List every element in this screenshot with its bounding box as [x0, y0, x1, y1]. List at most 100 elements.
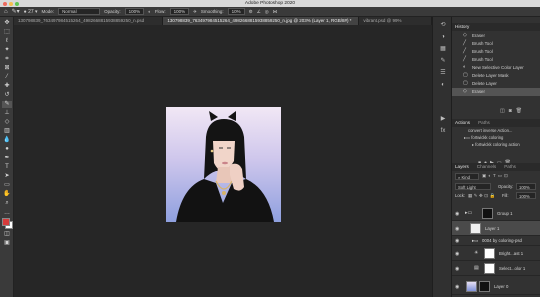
- flow-input[interactable]: 100%: [169, 8, 190, 15]
- history-footer-icons[interactable]: ◫◙🗑: [500, 108, 526, 114]
- actions-panel-title[interactable]: Actions: [455, 119, 470, 127]
- pressure-size-icon[interactable]: ◎: [265, 9, 269, 15]
- adjustments-panel-icon[interactable]: ◐: [438, 81, 448, 89]
- layer-mask-thumbnail[interactable]: [484, 248, 495, 259]
- mode-select[interactable]: Normal: [58, 8, 101, 15]
- healing-brush-tool-icon[interactable]: ✚: [2, 83, 12, 90]
- blend-mode-select[interactable]: Soft Light: [455, 183, 491, 190]
- eye-icon[interactable]: ◉: [455, 238, 459, 244]
- layer-filter-icons[interactable]: ▣◐T▭⊡: [482, 173, 510, 179]
- lock-icons[interactable]: ▦✎✥⊡🔒: [468, 192, 497, 199]
- eraser-tool-icon[interactable]: ◇: [2, 119, 12, 126]
- zoom-tool-icon[interactable]: ⌕: [2, 200, 12, 207]
- document-image[interactable]: [166, 107, 281, 222]
- layer-mask-thumbnail[interactable]: [482, 208, 493, 219]
- layer-mask-thumbnail[interactable]: [479, 281, 490, 292]
- airbrush-icon[interactable]: ✈: [193, 9, 197, 15]
- properties-panel-icon[interactable]: ☰: [438, 69, 448, 77]
- opacity-label: Opacity:: [104, 9, 121, 14]
- layer-row-subgroup[interactable]: ◉ ▸▭ 0004 by coloring-psd: [452, 236, 540, 246]
- tab-document-psd[interactable]: 130798839_763497984515264_49826688159388…: [14, 17, 164, 25]
- foreground-color-swatch[interactable]: [2, 218, 10, 226]
- move-tool-icon[interactable]: ✥: [2, 20, 12, 27]
- mode-label: Mode:: [41, 9, 55, 14]
- history-item[interactable]: ▢ Delete Layer Mask: [452, 72, 540, 80]
- rectangle-tool-icon[interactable]: ▭: [2, 182, 12, 189]
- brush-icon: ╱: [463, 48, 467, 54]
- zoom-window-button[interactable]: [15, 1, 19, 6]
- action-set-item[interactable]: ▸▭ fortwickk coloring: [452, 135, 540, 142]
- layer-row-image[interactable]: ◉ Layer 0: [452, 279, 540, 295]
- home-icon[interactable]: ⌂: [4, 9, 8, 15]
- layer-mask-thumbnail[interactable]: [484, 263, 495, 274]
- layer-row-selected[interactable]: ◉ Layer 1: [452, 221, 540, 236]
- history-item[interactable]: ╱ Brush Tool: [452, 48, 540, 56]
- action-item[interactable]: convert inverse Action...: [452, 128, 540, 135]
- eye-icon[interactable]: ◉: [455, 284, 459, 290]
- tab-actions-paths[interactable]: Paths: [478, 119, 490, 127]
- history-item[interactable]: ╱ Brush Tool: [452, 40, 540, 48]
- smoothing-options-icon[interactable]: ⚙: [249, 9, 253, 15]
- gradient-tool-icon[interactable]: ▥: [2, 128, 12, 135]
- pressure-opacity-icon[interactable]: ◐: [148, 9, 151, 14]
- more-tools-icon[interactable]: …: [2, 210, 12, 217]
- brush-size-picker[interactable]: ● 27 ▾: [24, 9, 38, 15]
- eye-icon[interactable]: ◉: [455, 251, 459, 257]
- path-selection-tool-icon[interactable]: ➤: [2, 173, 12, 180]
- history-item[interactable]: ◐ New Selective Color Layer: [452, 64, 540, 72]
- tab-layers[interactable]: Layers: [455, 163, 469, 171]
- layer-row-adjustment[interactable]: ◉ ☀ Bright...ast 1: [452, 246, 540, 261]
- tab-paths[interactable]: Paths: [504, 163, 516, 171]
- action-item[interactable]: ▸ fortwickk coloring action: [452, 142, 540, 149]
- history-item[interactable]: ▢ Delete Layer: [452, 80, 540, 88]
- app-title: Adobe Photoshop 2020: [244, 1, 296, 6]
- layer-opacity-input[interactable]: 100%: [516, 183, 536, 190]
- tab-vibrant-psd[interactable]: vibrant.psd @ 99%: [359, 17, 432, 25]
- marquee-tool-icon[interactable]: ⬚: [2, 29, 12, 36]
- lasso-tool-icon[interactable]: ℓ: [2, 38, 12, 45]
- lock-label: Lock:: [455, 193, 466, 198]
- hand-tool-icon[interactable]: ✋: [2, 191, 12, 198]
- angle-icon[interactable]: ∠: [257, 9, 261, 15]
- history-item[interactable]: ╱ Brush Tool: [452, 56, 540, 64]
- close-window-button[interactable]: [3, 1, 7, 6]
- crop-tool-icon[interactable]: ⌗: [2, 56, 12, 63]
- layer-row-group[interactable]: ◉ ▸▭ Group 1: [452, 206, 540, 221]
- layer-image-thumbnail[interactable]: [466, 281, 477, 292]
- history-brush-tool-icon[interactable]: ↺: [2, 92, 12, 99]
- frame-tool-icon[interactable]: ⊠: [2, 65, 12, 72]
- eye-icon[interactable]: ◉: [455, 211, 459, 217]
- history-item[interactable]: ◇ Eraser: [452, 32, 540, 40]
- eyedropper-tool-icon[interactable]: ⁄: [2, 74, 12, 81]
- dodge-tool-icon[interactable]: ●: [2, 146, 12, 153]
- clone-stamp-tool-icon[interactable]: ⊥: [2, 110, 12, 117]
- symmetry-icon[interactable]: ⋈: [273, 9, 278, 15]
- eye-icon[interactable]: ◉: [455, 266, 459, 272]
- minimize-window-button[interactable]: [9, 1, 13, 6]
- smoothing-input[interactable]: 10%: [227, 8, 245, 15]
- eye-icon[interactable]: ◉: [455, 226, 459, 232]
- type-tool-icon[interactable]: T: [2, 164, 12, 171]
- swatches-panel-icon[interactable]: ▦: [438, 45, 448, 53]
- brush-tool-icon[interactable]: ✎: [2, 101, 12, 108]
- tab-channels[interactable]: Channels: [477, 163, 496, 171]
- history-panel-icon[interactable]: ⟲: [438, 21, 448, 29]
- pen-tool-icon[interactable]: ✒: [2, 155, 12, 162]
- history-item-selected[interactable]: ◇ Eraser: [452, 88, 540, 96]
- magic-wand-tool-icon[interactable]: ✦: [2, 47, 12, 54]
- screen-mode-icon[interactable]: ▣: [2, 240, 12, 247]
- brush-settings-panel-icon[interactable]: ✎: [438, 57, 448, 65]
- opacity-input[interactable]: 100%: [124, 8, 145, 15]
- tab-document-jpg[interactable]: 130798839_763497984515264_49826688159388…: [163, 17, 360, 25]
- actions-panel-icon[interactable]: ▶: [438, 115, 448, 123]
- styles-panel-icon[interactable]: fx: [438, 127, 448, 135]
- quick-mask-icon[interactable]: ◫: [2, 231, 12, 238]
- history-panel-title[interactable]: History: [455, 23, 469, 31]
- layer-filter-select[interactable]: ⌕ Kind: [455, 173, 479, 180]
- blur-tool-icon[interactable]: 💧: [2, 137, 12, 144]
- brush-tool-preset-icon[interactable]: ✎▾: [12, 8, 20, 15]
- layer-thumbnail[interactable]: [470, 223, 481, 234]
- fill-input[interactable]: 100%: [516, 192, 536, 199]
- color-panel-icon[interactable]: ◑: [438, 33, 448, 41]
- layer-row-adjustment[interactable]: ◉ ▤ Select...olor 1: [452, 261, 540, 276]
